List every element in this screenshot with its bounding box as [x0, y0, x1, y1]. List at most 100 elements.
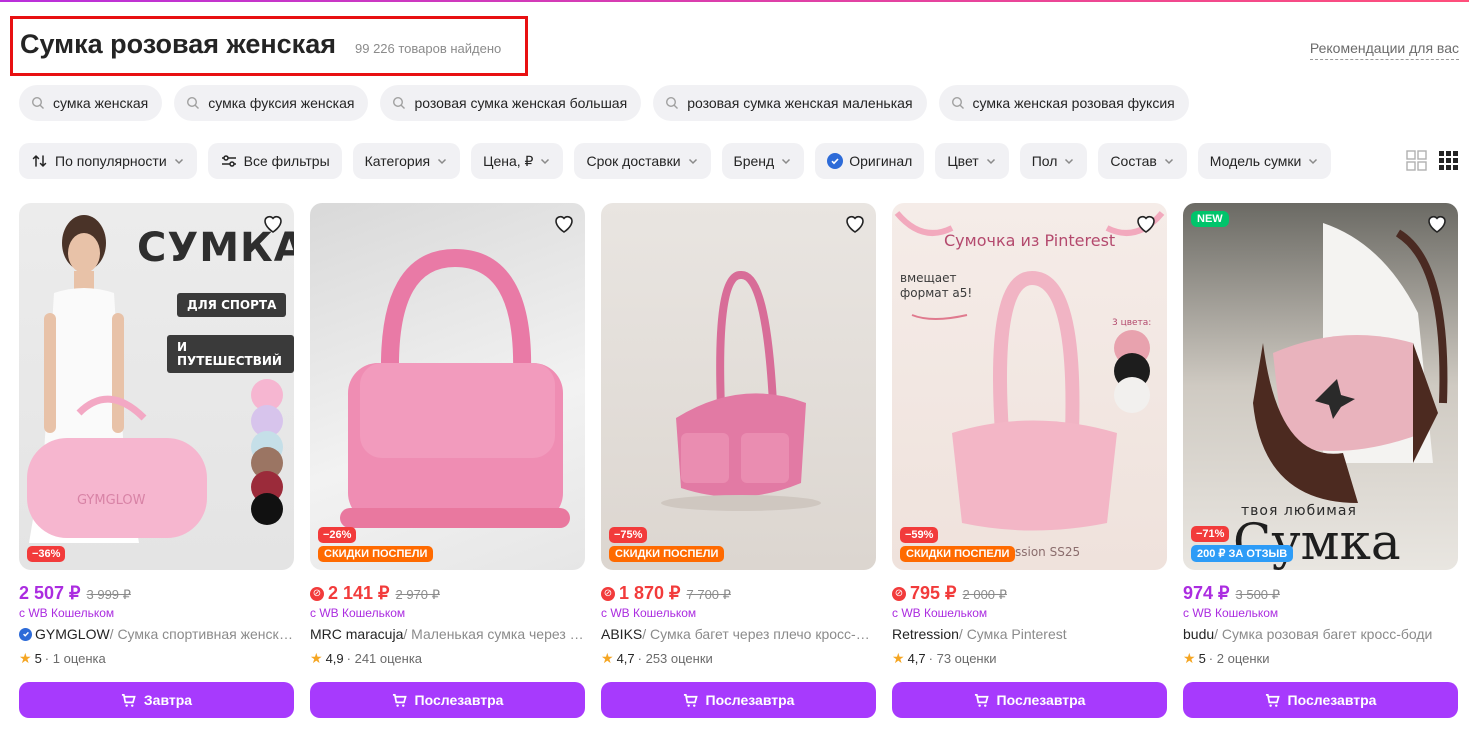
badge-group: −71% 200 ₽ ЗА ОТЗЫВ — [1191, 524, 1294, 562]
add-to-cart-button[interactable]: Послезавтра — [1183, 682, 1458, 718]
favorite-heart-icon[interactable] — [1425, 212, 1449, 236]
badge-group: −59% СКИДКИ ПОСПЕЛИ — [900, 525, 1016, 562]
suggestion-chip[interactable]: розовая сумка женская большая — [380, 85, 642, 121]
reviews-count: 253 оценки — [645, 651, 713, 666]
add-to-cart-button[interactable]: Послезавтра — [601, 682, 876, 718]
discount-badge: −59% — [900, 527, 939, 543]
price-filter[interactable]: Цена, ₽ — [471, 143, 564, 179]
model-filter[interactable]: Модель сумки — [1197, 143, 1332, 179]
cart-icon — [392, 693, 407, 708]
favorite-heart-icon[interactable] — [1134, 212, 1158, 236]
gender-filter[interactable]: Пол — [1019, 143, 1088, 179]
favorite-heart-icon[interactable] — [843, 212, 867, 236]
favorite-heart-icon[interactable] — [261, 212, 285, 236]
product-grid: СУМКА ДЛЯ СПОРТА И ПУТЕШЕСТВИЙ GYMGLOW −… — [19, 203, 1458, 718]
product-card[interactable]: −75% СКИДКИ ПОСПЕЛИ ⊘ 1 870 ₽ 7 700 ₽ с … — [601, 203, 876, 718]
suggestion-chip[interactable]: сумка женская — [19, 85, 163, 121]
results-count: 99 226 товаров найдено — [355, 41, 502, 56]
product-image[interactable]: Сумочка из Pinterest вмещает формат а5! … — [892, 203, 1167, 570]
product-brand: Retression — [892, 626, 959, 642]
price: 795 ₽ — [910, 583, 957, 603]
search-icon — [392, 96, 406, 110]
delivery-label: Послезавтра — [414, 692, 504, 708]
delivery-filter[interactable]: Срок доставки — [574, 143, 711, 179]
rating-value: 5 — [34, 651, 42, 666]
color-filter[interactable]: Цвет — [935, 143, 1009, 179]
chevron-down-icon — [1163, 155, 1175, 167]
chevron-down-icon — [985, 155, 997, 167]
recommendations-link[interactable]: Рекомендации для вас — [1309, 40, 1459, 60]
badge-group: −26% СКИДКИ ПОСПЕЛИ — [318, 525, 434, 562]
product-photo-art — [661, 271, 821, 511]
add-to-cart-button[interactable]: Завтра — [19, 682, 294, 718]
product-image[interactable]: твоя любимая Сумка NEW −71% 200 ₽ ЗА ОТЗ… — [1183, 203, 1458, 570]
all-filters-label: Все фильтры — [243, 153, 330, 169]
suggestion-chip[interactable]: сумка фуксия женская — [174, 85, 369, 121]
product-image[interactable]: −75% СКИДКИ ПОСПЕЛИ — [601, 203, 876, 570]
product-card[interactable]: СУМКА ДЛЯ СПОРТА И ПУТЕШЕСТВИЙ GYMGLOW −… — [19, 203, 294, 718]
discount-badge: −36% — [27, 546, 66, 562]
product-name[interactable]: ABIKS / Сумка багет через плечо кросс-бо… — [601, 626, 876, 642]
add-to-cart-button[interactable]: Послезавтра — [892, 682, 1167, 718]
search-icon — [951, 96, 965, 110]
suggestion-label: сумка женская — [53, 95, 149, 111]
price: 974 ₽ — [1183, 583, 1230, 603]
delivery-label: Послезавтра — [705, 692, 795, 708]
delivery-label: Послезавтра — [1287, 692, 1377, 708]
product-card[interactable]: −26% СКИДКИ ПОСПЕЛИ ⊘ 2 141 ₽ 2 970 ₽ с … — [310, 203, 585, 718]
grid-large-icon[interactable] — [1406, 150, 1427, 171]
page-title: Сумка розовая женская — [20, 29, 336, 59]
product-desc: / Сумка спортивная женская — [109, 626, 294, 642]
favorite-heart-icon[interactable] — [552, 212, 576, 236]
rating: ★ 4,7 · 253 оценки — [601, 650, 876, 667]
promo-badge: СКИДКИ ПОСПЕЛИ — [318, 546, 434, 562]
image-caption: вмещает формат а5! — [900, 271, 973, 300]
add-to-cart-button[interactable]: Послезавтра — [310, 682, 585, 718]
chevron-down-icon — [780, 155, 792, 167]
reviews-count: 2 оценки — [1216, 651, 1270, 666]
rating-sep: · — [637, 651, 646, 666]
search-icon — [31, 96, 45, 110]
price-row: ⊘ 1 870 ₽ 7 700 ₽ — [601, 583, 876, 604]
discount-badge: −71% — [1191, 526, 1230, 542]
search-results-header: Сумка розовая женская 99 226 товаров най… — [10, 16, 528, 76]
product-card[interactable]: Сумочка из Pinterest вмещает формат а5! … — [892, 203, 1167, 718]
product-image[interactable]: −26% СКИДКИ ПОСПЕЛИ — [310, 203, 585, 570]
star-icon: ★ — [19, 650, 32, 666]
category-label: Категория — [364, 153, 431, 169]
wallet-icon: ⊘ — [601, 586, 615, 601]
cart-icon — [974, 693, 989, 708]
sort-dropdown[interactable]: По популярности — [19, 143, 197, 179]
suggestion-label: сумка женская розовая фуксия — [972, 95, 1175, 111]
rating: ★ 5 · 1 оценка — [19, 650, 294, 667]
product-desc: / Сумка багет через плечо кросс-боди — [642, 626, 876, 642]
original-filter[interactable]: Оригинал — [815, 143, 925, 179]
product-brand: GYMGLOW — [35, 626, 110, 642]
chevron-down-icon — [1063, 155, 1075, 167]
wallet-icon: ⊘ — [892, 586, 906, 601]
brand-filter[interactable]: Бренд — [721, 143, 805, 179]
cart-icon — [1265, 693, 1280, 708]
product-name[interactable]: GYMGLOW / Сумка спортивная женская — [19, 626, 294, 642]
suggestion-chip[interactable]: розовая сумка женская маленькая — [653, 85, 927, 121]
all-filters-button[interactable]: Все фильтры — [207, 143, 342, 179]
product-name[interactable]: budu / Сумка розовая багет кросс-боди — [1183, 626, 1458, 642]
star-icon: ★ — [892, 650, 905, 666]
product-card[interactable]: твоя любимая Сумка NEW −71% 200 ₽ ЗА ОТЗ… — [1183, 203, 1458, 718]
product-name[interactable]: Retression / Сумка Pinterest — [892, 626, 1167, 642]
suggestion-chip[interactable]: сумка женская розовая фуксия — [938, 85, 1189, 121]
product-brand: ABIKS — [601, 626, 643, 642]
category-filter[interactable]: Категория — [352, 143, 461, 179]
product-image[interactable]: СУМКА ДЛЯ СПОРТА И ПУТЕШЕСТВИЙ GYMGLOW −… — [19, 203, 294, 570]
wallet-note: с WB Кошельком — [310, 606, 406, 620]
sort-label: По популярности — [55, 153, 167, 169]
product-name[interactable]: MRC maracuja / Маленькая сумка через пле… — [310, 626, 585, 642]
composition-filter[interactable]: Состав — [1098, 143, 1187, 179]
composition-label: Состав — [1110, 153, 1157, 169]
rating-sep: · — [346, 651, 355, 666]
grid-small-icon[interactable] — [1438, 150, 1459, 171]
suggestion-label: сумка фуксия женская — [208, 95, 355, 111]
delivery-label: Завтра — [143, 692, 193, 708]
verified-check-icon — [19, 627, 32, 641]
wallet-note: с WB Кошельком — [19, 606, 115, 620]
